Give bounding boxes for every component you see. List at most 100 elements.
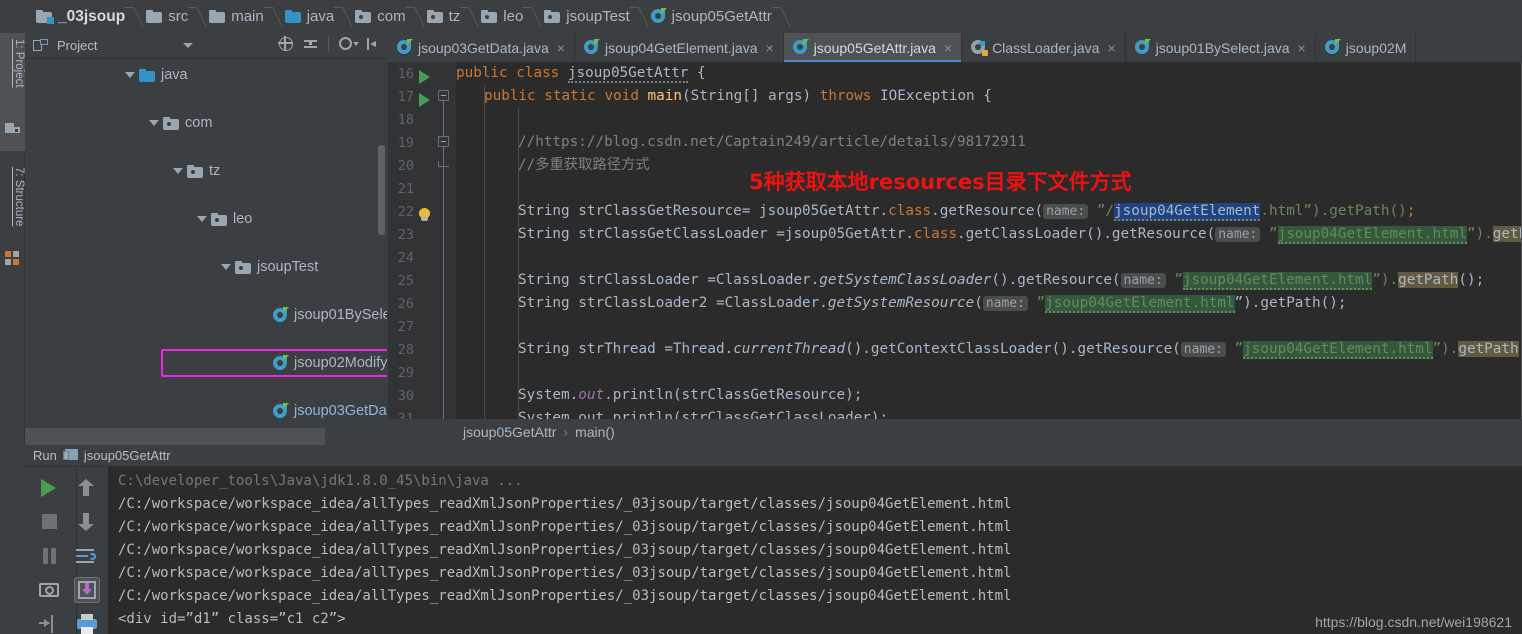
chevron-expanded-icon[interactable] (197, 216, 207, 222)
fold-marker-icon[interactable] (438, 136, 449, 147)
parameter-hint: name: (1180, 342, 1226, 357)
run-toolbar-right (64, 467, 108, 634)
code-editor[interactable]: 16 17 18 19 20 21 22 23 24 25 26 27 28 2… (388, 62, 1522, 419)
target-icon[interactable] (278, 36, 294, 52)
tab-jsoup03getdata[interactable]: jsoup03GetData.java × (388, 33, 575, 62)
pause-icon[interactable] (37, 543, 63, 569)
project-panel: Project java com tz leo jsoupTest jsoup0… (25, 33, 387, 445)
chevron-down-icon[interactable] (183, 43, 194, 48)
breadcrumb-item-class[interactable]: jsoup05GetAttr (645, 0, 776, 33)
parameter-hint: name: (982, 296, 1028, 311)
breadcrumb-label: tz (448, 8, 461, 25)
run-icon[interactable] (37, 475, 63, 501)
tree-item-jsoup01byselect[interactable]: jsoup01BySele (25, 303, 387, 327)
tree-item-tz[interactable]: tz (25, 159, 387, 183)
print-icon[interactable] (74, 611, 100, 634)
code-text-area[interactable]: public class jsoup05GetAttr { public sta… (456, 62, 1522, 419)
package-folder-icon (235, 260, 251, 274)
project-tree-scrollbar[interactable] (378, 145, 385, 235)
breadcrumb-item-com[interactable]: com (349, 0, 409, 33)
editor-gutter[interactable]: 16 17 18 19 20 21 22 23 24 25 26 27 28 2… (388, 62, 456, 419)
code-token: ” (1165, 272, 1183, 288)
run-configuration-name[interactable]: jsoup05GetAttr (84, 448, 171, 463)
run-class-gutter-icon[interactable] (419, 70, 430, 84)
tree-item-leo[interactable]: leo (25, 207, 387, 231)
console-output[interactable]: C:\developer_tools\Java\jdk1.8.0_45\bin\… (108, 467, 1522, 634)
chevron-expanded-icon[interactable] (125, 72, 135, 78)
code-token: ”). (1466, 226, 1493, 242)
tab-classloader[interactable]: ClassLoader.java × (962, 33, 1126, 62)
intention-bulb-icon[interactable] (418, 208, 432, 223)
console-line: /C:/workspace/workspace_idea/allTypes_re… (118, 496, 1012, 512)
line-number: 16 (397, 66, 414, 82)
close-icon[interactable]: × (766, 41, 774, 55)
hide-icon[interactable] (367, 38, 381, 50)
tab-jsoup02modify[interactable]: jsoup02M (1316, 33, 1417, 62)
usage-highlight: getPath (1458, 341, 1519, 357)
line-number: 26 (397, 296, 414, 312)
breadcrumb-item-java[interactable]: java (279, 0, 339, 33)
breadcrumb-item-main[interactable]: main (203, 0, 268, 33)
tab-jsoup04getelement[interactable]: jsoup04GetElement.java × (575, 33, 784, 62)
run-configuration-icon (62, 449, 78, 462)
java-class-icon (1324, 39, 1341, 55)
code-token: .html”).getPath() (1260, 203, 1407, 219)
code-token: getSystemResource (827, 295, 975, 311)
close-icon[interactable]: × (1107, 41, 1115, 55)
breadcrumb-separator (268, 0, 279, 33)
export-icon[interactable] (37, 611, 63, 634)
tab-jsoup01byselect[interactable]: jsoup01BySelect.java × (1126, 33, 1316, 62)
chevron-expanded-icon[interactable] (173, 168, 183, 174)
breadcrumb-label: main (231, 8, 264, 25)
chevron-expanded-icon[interactable] (149, 120, 159, 126)
close-icon[interactable]: × (1298, 41, 1306, 55)
usage-highlight: jsoup04GetElement.html (1045, 295, 1235, 313)
code-line-31: System.out.println(strClassGetClassLoade… (518, 410, 889, 419)
breadcrumb-item-jsouptest[interactable]: jsoupTest (538, 0, 633, 33)
project-panel-title: Project (57, 38, 98, 53)
soft-wrap-icon[interactable] (74, 543, 100, 569)
scroll-up-icon[interactable] (74, 475, 100, 501)
fold-marker-icon[interactable] (438, 90, 449, 101)
code-token: (String[] args) (681, 88, 820, 104)
tree-item-com[interactable]: com (25, 111, 387, 135)
breadcrumb-label: com (377, 8, 406, 25)
java-class-icon (650, 8, 667, 24)
project-tree[interactable]: java com tz leo jsoupTest jsoup01BySele … (25, 59, 387, 445)
gear-icon[interactable] (338, 36, 359, 52)
breadcrumb-method[interactable]: main() (575, 424, 615, 440)
tab-jsoup05getattr[interactable]: jsoup05GetAttr.java × (783, 33, 963, 62)
breadcrumb-item-src[interactable]: src (140, 0, 192, 33)
breadcrumb-class[interactable]: jsoup05GetAttr (463, 424, 556, 440)
scroll-down-icon[interactable] (74, 509, 100, 535)
code-token: public class (456, 65, 568, 81)
collapse-all-icon[interactable] (303, 36, 319, 52)
run-panel: Run jsoup05GetAttr C:\developer_tools\Ja… (0, 445, 1522, 634)
run-method-gutter-icon[interactable] (419, 93, 430, 107)
breadcrumb-item-leo[interactable]: leo (475, 0, 527, 33)
breadcrumb-item-tz[interactable]: tz (421, 0, 465, 33)
camera-icon[interactable] (37, 577, 63, 603)
console-line: /C:/workspace/workspace_idea/allTypes_re… (118, 565, 1012, 581)
code-token: class (888, 203, 932, 219)
code-token: String strClassLoader2 =ClassLoader. (518, 295, 828, 311)
console-line: <div id=”d1” class=”c1 c2”> (118, 611, 346, 627)
tree-item-java[interactable]: java (25, 63, 387, 87)
stop-icon[interactable] (37, 509, 63, 535)
tab-label: ClassLoader.java (992, 39, 1100, 56)
chevron-expanded-icon[interactable] (221, 264, 231, 270)
breadcrumb-item-module[interactable]: _03jsoup (30, 0, 129, 33)
tree-item-jsoup02modify[interactable]: jsoup02Modify (25, 351, 387, 375)
close-icon[interactable]: × (557, 41, 565, 55)
module-folder-icon (36, 10, 54, 24)
tab-label: jsoup04GetElement.java (604, 39, 758, 56)
tool-tab-project-label: 1: Project (13, 39, 25, 88)
editor-tab-bar: jsoup03GetData.java × jsoup04GetElement.… (388, 33, 1522, 62)
scroll-to-end-icon[interactable] (74, 577, 100, 603)
tree-item-jsoup03getdata[interactable]: jsoup03GetDat (25, 399, 387, 423)
code-token: public static void (484, 88, 648, 104)
close-icon[interactable]: × (944, 41, 952, 55)
code-token: throws (819, 88, 872, 104)
code-token: ().getResource( (991, 272, 1121, 288)
tree-item-jsouptest[interactable]: jsoupTest (25, 255, 387, 279)
